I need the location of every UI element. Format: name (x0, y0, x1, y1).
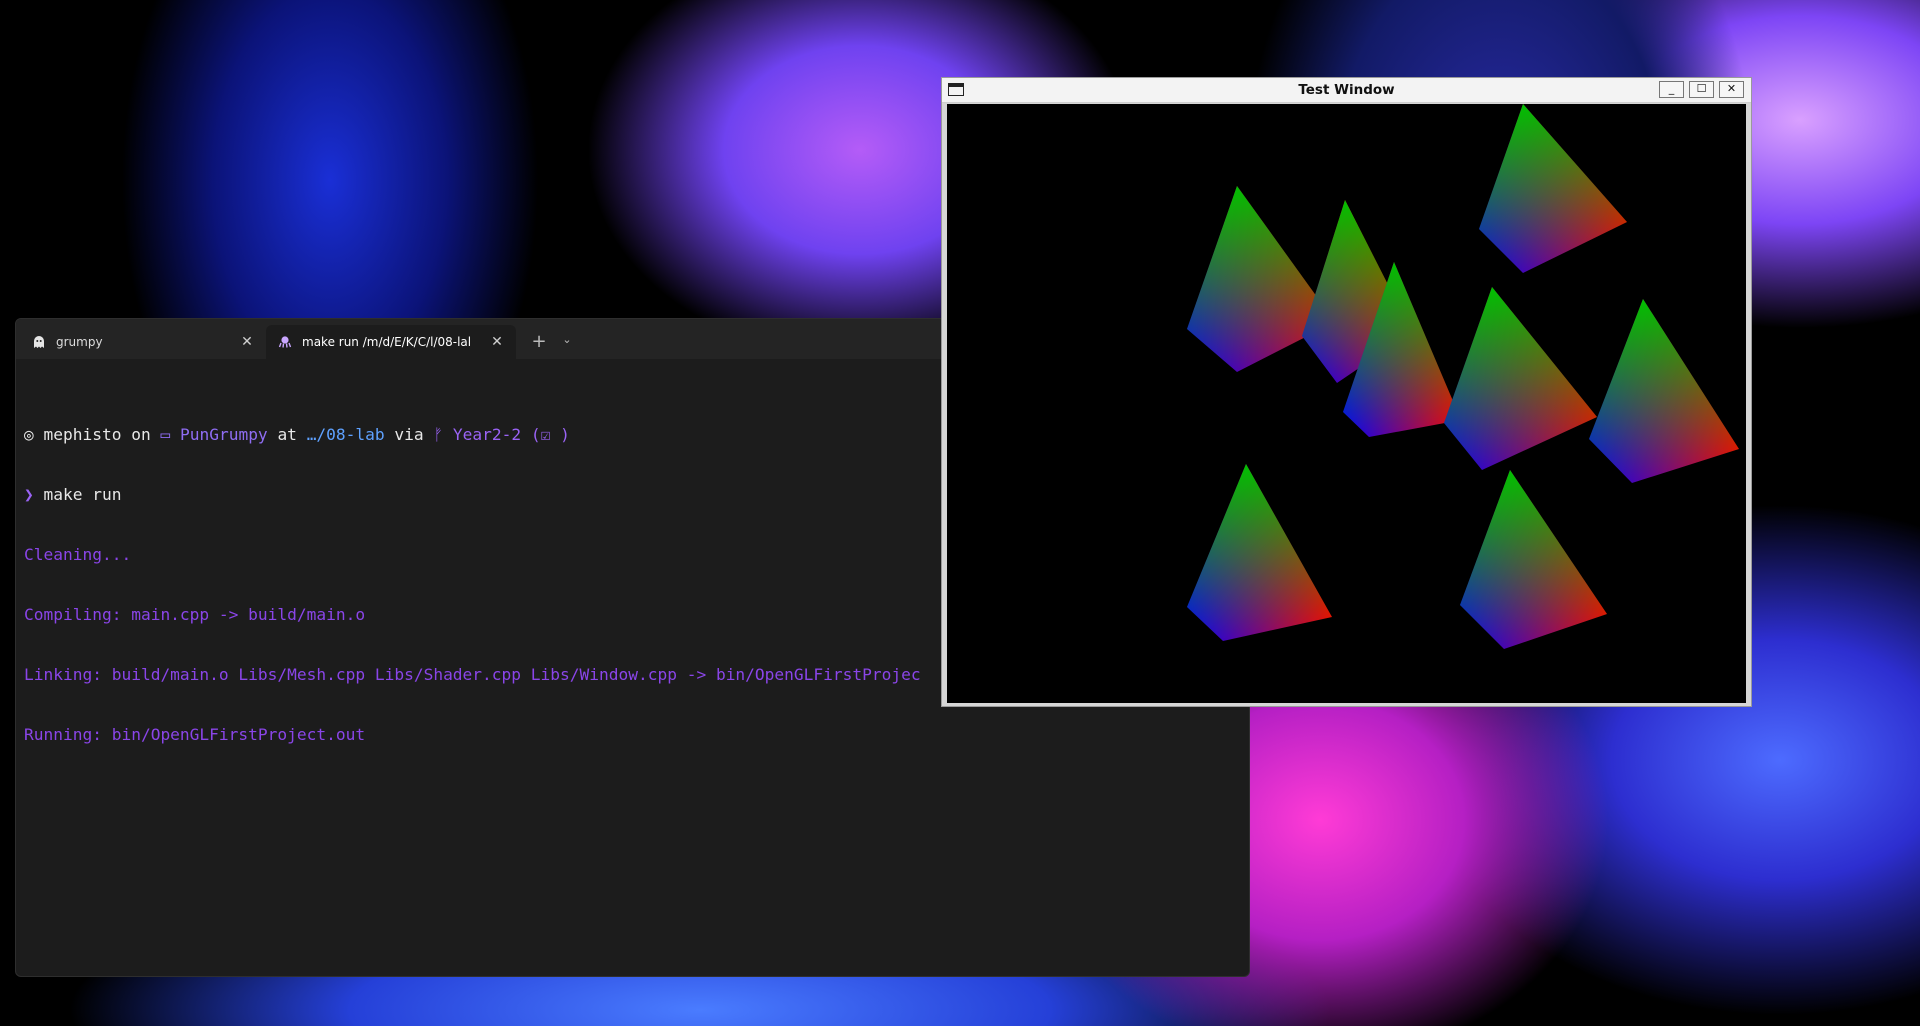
tab-label: make run /m/d/E/K/C/l/08-lal (302, 335, 472, 349)
chevron-down-icon[interactable]: ⌄ (558, 333, 576, 346)
debian-swirl-icon: ◎ (24, 425, 34, 444)
monitor-icon: ▭ (160, 425, 171, 444)
test-window: Test Window _ ☐ ✕ (941, 77, 1752, 707)
git-branch-icon: ᚠ (433, 425, 444, 444)
new-tab-button[interactable]: + (528, 331, 550, 352)
prompt-word-via: via (394, 425, 424, 444)
ghost-icon (30, 333, 48, 351)
prompt-user: mephisto (43, 425, 122, 444)
pyramid-mesh (1460, 470, 1607, 649)
tab-grumpy[interactable]: grumpy ✕ (20, 325, 266, 359)
pyramid-mesh (1444, 287, 1597, 470)
prompt-git-status: (☑ ) (530, 425, 570, 444)
close-tab-icon[interactable]: ✕ (238, 334, 256, 350)
prompt-word-at: at (277, 425, 297, 444)
window-title: Test Window (1298, 82, 1395, 98)
maximize-button[interactable]: ☐ (1689, 81, 1714, 98)
prompt-host: PunGrumpy (179, 425, 268, 444)
pyramid-mesh (1479, 104, 1627, 273)
prompt-branch: Year2-2 (452, 425, 522, 444)
prompt-path: …/08-lab (306, 425, 385, 444)
pyramid-mesh (1187, 464, 1332, 641)
close-tab-icon[interactable]: ✕ (488, 334, 506, 350)
output-line: Running: bin/OpenGLFirstProject.out (24, 725, 366, 744)
minimize-button[interactable]: _ (1659, 81, 1684, 98)
prompt-word-on: on (131, 425, 151, 444)
close-button[interactable]: ✕ (1719, 81, 1744, 98)
prompt-arrow-icon: ❯ (24, 485, 34, 504)
pyramids-render (1187, 104, 1739, 649)
opengl-canvas[interactable] (947, 104, 1746, 703)
octopus-icon (276, 333, 294, 351)
tab-label: grumpy (56, 335, 103, 349)
pyramid-mesh (1589, 299, 1739, 483)
tab-make-run[interactable]: make run /m/d/E/K/C/l/08-lal ✕ (266, 325, 516, 359)
title-bar[interactable]: Test Window _ ☐ ✕ (942, 78, 1751, 103)
command-text: make run (43, 485, 122, 504)
